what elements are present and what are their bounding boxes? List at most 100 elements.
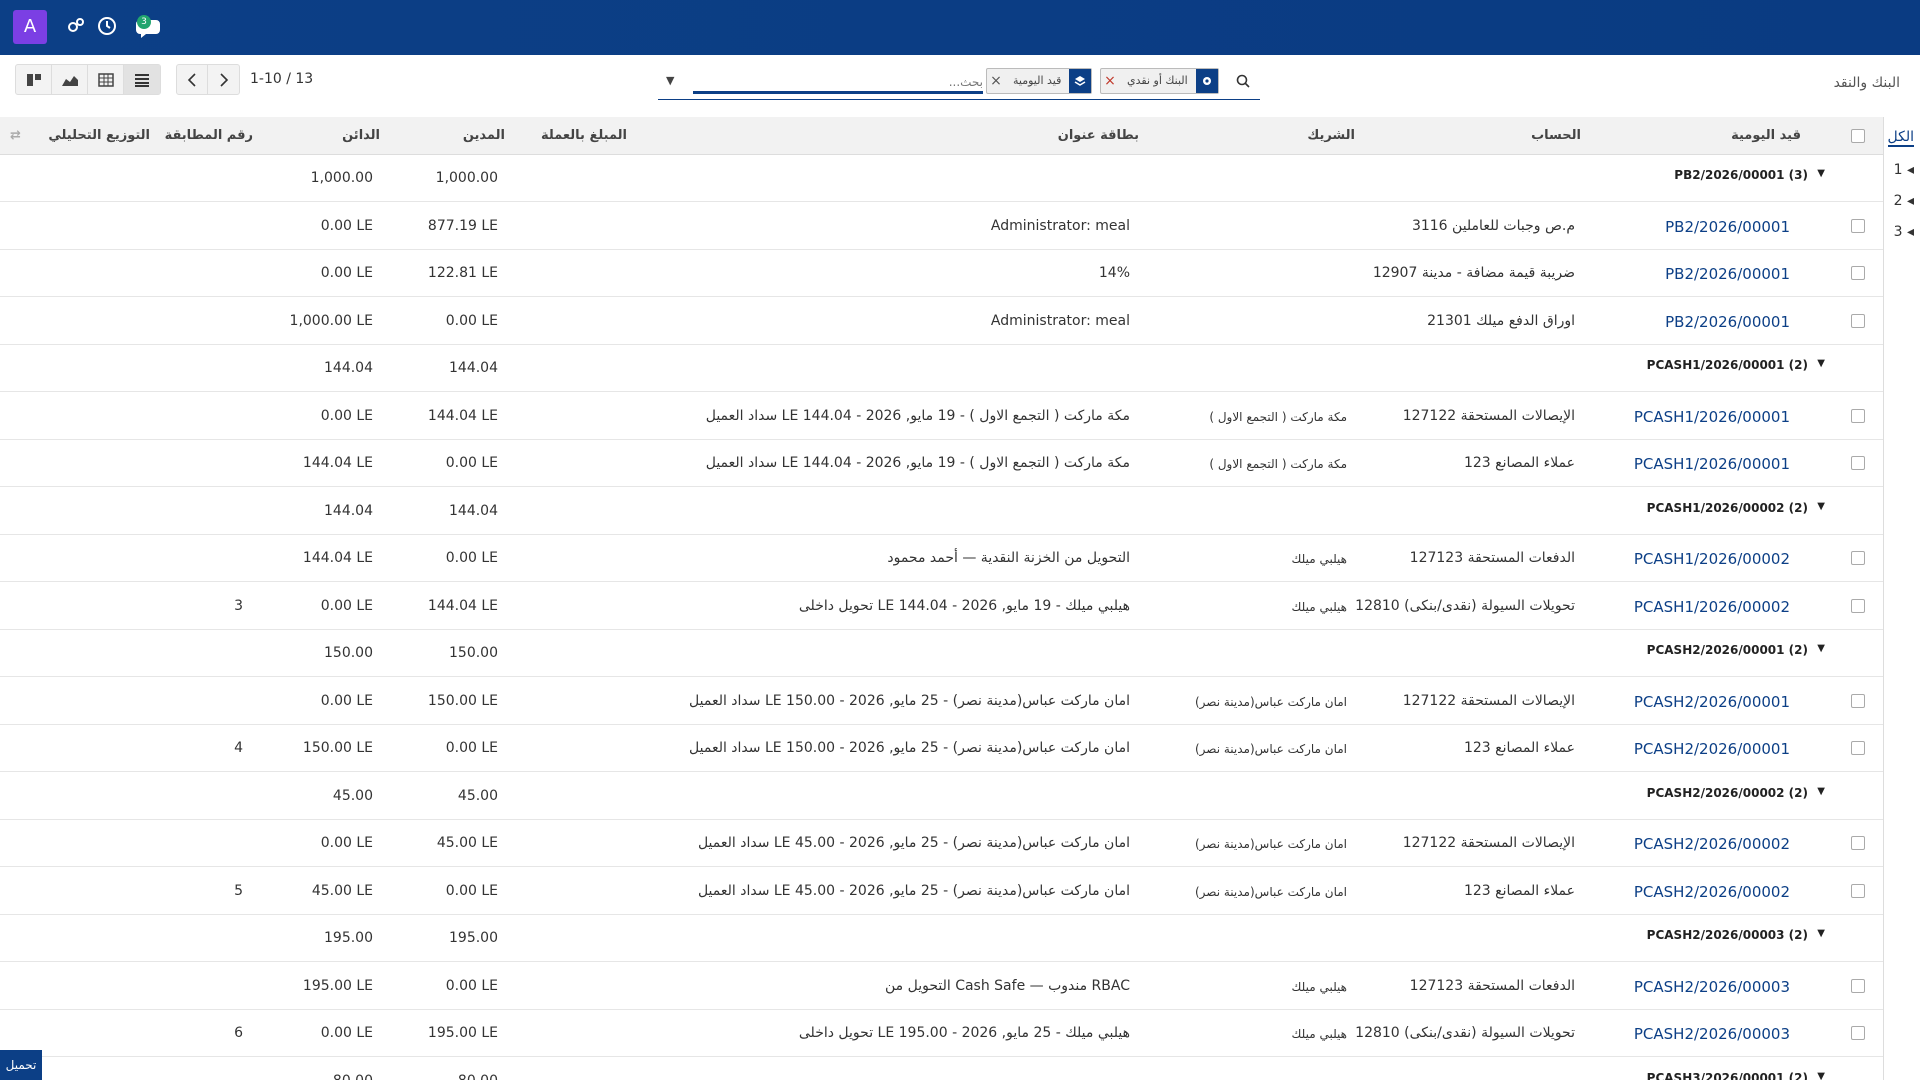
table-row[interactable]: PCASH2/2026/00002 127122 الإيصالات المستح… <box>0 820 1883 867</box>
caret-down-icon[interactable]: ▼ <box>1817 643 1825 654</box>
header-account[interactable]: الحساب <box>1531 128 1581 143</box>
journal-entry-link[interactable]: PCASH1/2026/00002 <box>1634 550 1790 568</box>
group-debit-total: 45.00 <box>457 787 498 804</box>
caret-down-icon[interactable]: ▼ <box>1817 928 1825 939</box>
row-checkbox[interactable] <box>1851 313 1865 328</box>
caret-down-icon[interactable]: ▼ <box>1817 358 1825 369</box>
journal-entry-link[interactable]: PB2/2026/00001 <box>1665 313 1790 331</box>
group-row[interactable]: ▼ PB2/2026/00001 (3) 1,000.00 1,000.00 <box>0 155 1883 202</box>
next-page-button[interactable] <box>208 65 239 94</box>
breadcrumb[interactable]: البنك والنقد <box>1834 75 1900 91</box>
row-checkbox[interactable] <box>1851 598 1865 613</box>
app-avatar[interactable]: A <box>13 10 47 44</box>
load-button[interactable]: تحميل <box>0 1050 42 1080</box>
partner-cell: مكة ماركت ( التجمع الاول ) <box>1209 457 1347 471</box>
table-row[interactable]: PB2/2026/00001 21301 اوراق الدفع ميلك Admi… <box>0 297 1883 345</box>
caret-down-icon[interactable]: ▼ <box>1817 501 1825 512</box>
journal-entry-link[interactable]: PCASH2/2026/00002 <box>1634 835 1790 853</box>
previous-page-button[interactable] <box>177 65 208 94</box>
side-filter-item[interactable]: 1 ◂ <box>1894 162 1914 178</box>
header-analytic-distribution[interactable]: التوزيع التحليلي <box>48 128 150 143</box>
search-input[interactable] <box>693 72 983 94</box>
clock-icon[interactable] <box>97 16 119 38</box>
header-label[interactable]: بطاقة عنوان <box>1058 128 1139 143</box>
pager-value[interactable]: 1-10 / 13 <box>250 71 313 87</box>
row-checkbox[interactable] <box>1851 741 1865 755</box>
journal-entry-link[interactable]: PCASH1/2026/00002 <box>1634 598 1790 616</box>
header-debit[interactable]: المدين <box>463 128 505 143</box>
credit-cell: 0.00 LE <box>320 407 373 424</box>
table-row[interactable]: PCASH1/2026/00001 127122 الإيصالات المستح… <box>0 392 1883 440</box>
journal-entry-link[interactable]: PB2/2026/00001 <box>1665 218 1790 236</box>
settings-cogs-icon[interactable] <box>66 16 88 38</box>
table-row[interactable]: PCASH2/2026/00003 12810 تحويلات السيولة (… <box>0 1010 1883 1057</box>
account-cell: 127122 الإيصالات المستحقة <box>1402 692 1575 709</box>
group-row[interactable]: ▼ PCASH1/2026/00002 (2) 144.04 144.04 <box>0 487 1883 535</box>
row-checkbox[interactable] <box>1851 978 1865 993</box>
pivot-view-icon[interactable] <box>88 65 124 94</box>
row-checkbox[interactable] <box>1851 456 1865 470</box>
partner-cell: امان ماركت عباس(مدينة نصر) <box>1195 694 1347 709</box>
row-checkbox[interactable] <box>1851 836 1865 850</box>
header-credit[interactable]: الدائن <box>342 128 380 143</box>
journal-entry-link[interactable]: PCASH1/2026/00001 <box>1634 455 1790 473</box>
credit-cell: 0.00 LE <box>320 217 373 234</box>
label-cell: سداد العميل LE 45.00 - امان ماركت عباس(م… <box>697 882 1130 899</box>
side-panel: الكل 1 ◂ 2 ◂ 3 ◂ <box>1883 117 1920 1080</box>
group-label: PCASH1/2026/00002 (2) <box>1646 500 1808 515</box>
kanban-view-icon[interactable] <box>16 65 52 94</box>
row-checkbox[interactable] <box>1851 218 1865 233</box>
table-row[interactable]: PCASH1/2026/00002 127123 الدفعات المستحقة… <box>0 535 1883 582</box>
side-filter-all[interactable]: الكل <box>1887 129 1914 147</box>
table-row[interactable]: PCASH1/2026/00001 123 عملاء المصانع مكة ما… <box>0 440 1883 487</box>
journal-entry-link[interactable]: PCASH2/2026/00003 <box>1634 1025 1790 1043</box>
journal-entry-link[interactable]: PCASH2/2026/00001 <box>1634 693 1790 711</box>
row-checkbox[interactable] <box>1851 883 1865 898</box>
matching-number-cell: 6 <box>234 1025 243 1041</box>
group-row[interactable]: ▼ PCASH1/2026/00001 (2) 144.04 144.04 <box>0 345 1883 392</box>
group-row[interactable]: ▼ PCASH2/2026/00001 (2) 150.00 150.00 <box>0 630 1883 677</box>
table-row[interactable]: PCASH2/2026/00001 123 عملاء المصانع امان م… <box>0 725 1883 772</box>
table-row[interactable]: PB2/2026/00001 12907 ضريبة قيمة مضافة - م… <box>0 250 1883 297</box>
label-cell: سداد العميل LE 144.04 - مكة ماركت ( التج… <box>705 455 1130 471</box>
row-checkbox[interactable] <box>1851 1026 1865 1040</box>
search-options-chevron-down-icon[interactable]: ▼ <box>666 74 674 87</box>
row-checkbox[interactable] <box>1851 408 1865 423</box>
search-icon[interactable] <box>1236 74 1250 92</box>
group-row[interactable]: ▼ PCASH2/2026/00002 (2) 45.00 45.00 <box>0 772 1883 820</box>
debit-cell: 150.00 LE <box>427 692 498 709</box>
caret-down-icon[interactable]: ▼ <box>1817 168 1825 179</box>
table-row[interactable]: PCASH2/2026/00001 127122 الإيصالات المستح… <box>0 677 1883 725</box>
optional-columns-icon[interactable]: ⇄ <box>10 128 21 143</box>
list-view-icon[interactable] <box>124 65 160 94</box>
journal-entry-link[interactable]: PCASH2/2026/00002 <box>1634 883 1790 901</box>
layers-icon <box>1069 69 1092 93</box>
remove-facet-close-icon[interactable]: × <box>1101 69 1119 93</box>
table-row[interactable]: PCASH2/2026/00003 127123 الدفعات المستحقة… <box>0 962 1883 1010</box>
table-row[interactable]: PCASH1/2026/00002 12810 تحويلات السيولة (… <box>0 582 1883 630</box>
graph-view-icon[interactable] <box>52 65 88 94</box>
journal-entry-link[interactable]: PCASH2/2026/00001 <box>1634 740 1790 758</box>
header-amount-currency[interactable]: المبلغ بالعملة <box>541 128 627 143</box>
group-debit-total: 144.04 <box>449 502 498 519</box>
journal-entry-link[interactable]: PCASH2/2026/00003 <box>1634 978 1790 996</box>
journal-entry-link[interactable]: PB2/2026/00001 <box>1665 265 1790 283</box>
group-row[interactable]: ▼ PCASH2/2026/00003 (2) 195.00 195.00 <box>0 915 1883 962</box>
group-row[interactable]: ▼ PCASH3/2026/00001 (2) 80.00 80.00 <box>0 1057 1883 1080</box>
caret-down-icon[interactable]: ▼ <box>1817 786 1825 797</box>
row-checkbox[interactable] <box>1851 266 1865 280</box>
journal-entry-link[interactable]: PCASH1/2026/00001 <box>1634 408 1790 426</box>
select-all-checkbox[interactable] <box>1851 129 1865 143</box>
header-partner[interactable]: الشريك <box>1307 128 1355 143</box>
side-filter-item[interactable]: 2 ◂ <box>1894 193 1914 209</box>
row-checkbox[interactable] <box>1851 551 1865 565</box>
table-row[interactable]: PB2/2026/00001 3116 م.ص وجبات للعاملين Adm… <box>0 202 1883 250</box>
side-filter-item[interactable]: 3 ◂ <box>1894 224 1914 240</box>
header-matching-number[interactable]: رقم المطابقة <box>165 128 253 143</box>
table-row[interactable]: PCASH2/2026/00002 123 عملاء المصانع امان م… <box>0 867 1883 915</box>
row-checkbox[interactable] <box>1851 693 1865 708</box>
header-journal-entry[interactable]: قيد اليومية <box>1731 128 1801 143</box>
remove-facet-close-icon[interactable]: × <box>987 69 1005 93</box>
facet-label: قيد اليومية <box>1013 74 1062 87</box>
caret-down-icon[interactable]: ▼ <box>1817 1071 1825 1080</box>
